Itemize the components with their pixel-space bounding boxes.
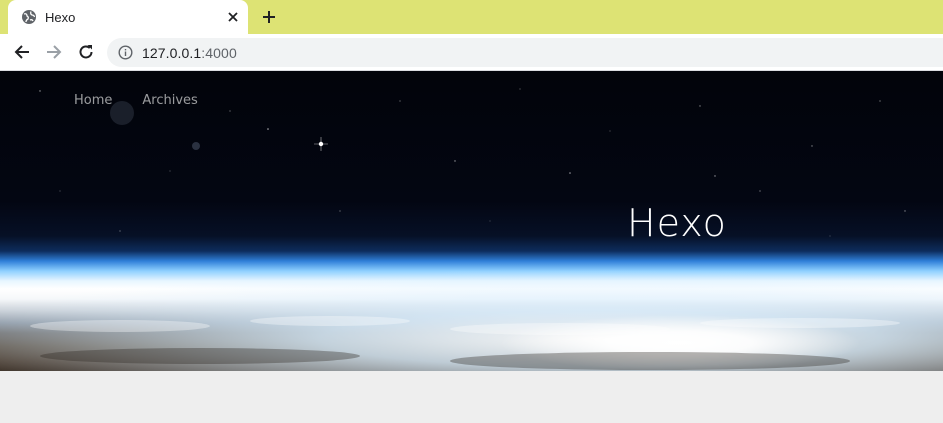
site-title[interactable]: Hexo — [627, 201, 727, 245]
nav-link-home[interactable]: Home — [74, 93, 112, 108]
earth-horizon-space-image — [30, 88, 906, 370]
forward-button[interactable] — [44, 42, 64, 62]
close-icon[interactable] — [225, 9, 241, 25]
nav-link-archives[interactable]: Archives — [142, 93, 197, 108]
page-content — [0, 371, 943, 423]
arrow-right-icon — [47, 45, 62, 59]
tab-title: Hexo — [45, 10, 76, 25]
browser-toolbar: 127.0.0.1:4000 — [0, 34, 943, 71]
url-host: 127.0.0.1 — [142, 45, 202, 61]
url-port: :4000 — [201, 45, 237, 61]
info-icon[interactable] — [118, 45, 133, 60]
arrow-left-icon — [14, 45, 29, 59]
globe-icon — [21, 9, 37, 25]
new-tab-button[interactable] — [259, 7, 279, 27]
address-bar[interactable]: 127.0.0.1:4000 — [107, 38, 943, 67]
reload-icon — [79, 45, 93, 59]
banner: Home Archives Hexo — [0, 71, 943, 371]
url-text: 127.0.0.1:4000 — [142, 45, 237, 61]
browser-tab[interactable]: Hexo — [8, 0, 248, 34]
plus-icon — [263, 11, 275, 23]
tab-strip: Hexo — [0, 0, 943, 34]
reload-button[interactable] — [76, 42, 96, 62]
main-nav: Home Archives — [74, 93, 198, 108]
back-button[interactable] — [12, 42, 32, 62]
